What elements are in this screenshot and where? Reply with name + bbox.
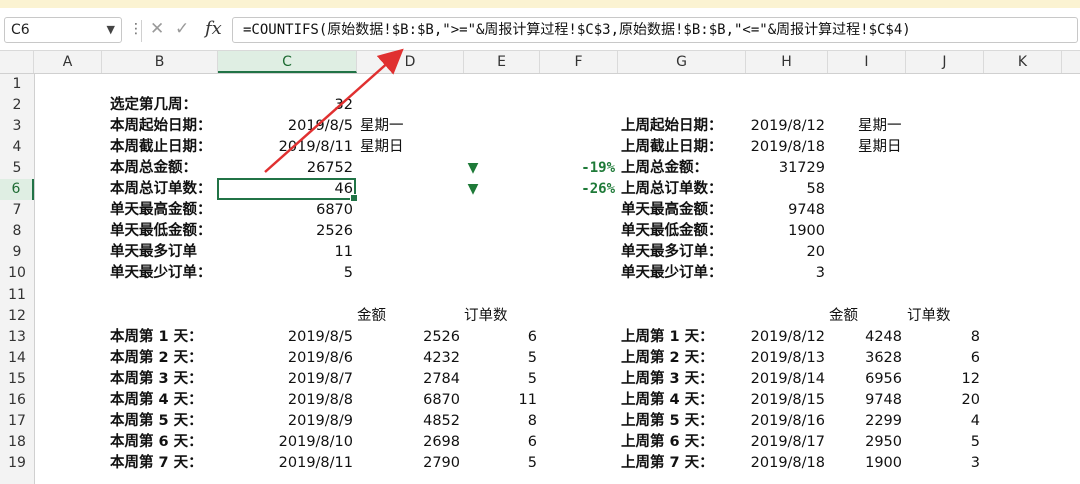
annotation-arrow bbox=[264, 48, 404, 173]
